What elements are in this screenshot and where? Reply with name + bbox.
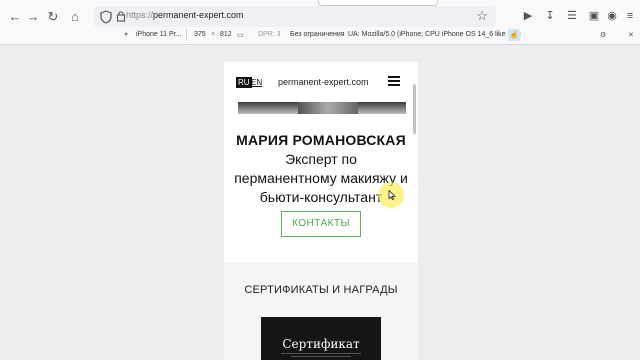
url-field[interactable]: https://permanent-expert.com ☆	[94, 6, 496, 28]
download-icon[interactable]: ↧	[542, 8, 558, 24]
rdm-settings-icon[interactable]: ⚙	[600, 31, 606, 39]
certificates-heading: СЕРТИФИКАТЫ И НАГРАДЫ	[244, 284, 398, 296]
certificates-section: СЕРТИФИКАТЫ И НАГРАДЫ Сертификат	[224, 262, 418, 360]
site-logo-text[interactable]: permanent-expert.com	[278, 77, 369, 87]
menu-icon[interactable]: ≡	[622, 8, 638, 24]
certificate-card-title: Сертификат	[282, 337, 360, 351]
url-text: https://permanent-expert.com	[126, 10, 244, 20]
viewport-scrollbar[interactable]	[413, 84, 416, 134]
rotate-icon[interactable]: ▭	[237, 31, 244, 39]
lang-ru-link[interactable]: RU	[236, 77, 252, 88]
reload-icon[interactable]: ↻	[44, 8, 62, 26]
lock-icon[interactable]	[116, 10, 126, 22]
home-icon[interactable]: ⌂	[66, 8, 84, 26]
url-scheme: https://	[126, 10, 154, 20]
window-chip	[318, 0, 438, 6]
hamburger-menu-icon[interactable]	[388, 76, 400, 86]
divider	[186, 29, 187, 41]
mobile-viewport: RU EN permanent-expert.com МАРИЯ РОМАНОВ…	[224, 62, 418, 360]
back-icon[interactable]: ←	[6, 8, 24, 26]
hero-photo	[238, 102, 406, 114]
touch-simulation-icon[interactable]: ☝	[508, 29, 520, 41]
certificate-text-line	[291, 356, 351, 357]
url-host: permanent-expert.com	[153, 10, 244, 20]
certificate-card[interactable]: Сертификат	[261, 317, 381, 360]
certificate-text-line	[281, 353, 361, 354]
contacts-button[interactable]: КОНТАКТЫ	[281, 211, 361, 237]
profile-icon[interactable]: ◉	[604, 8, 620, 24]
device-select[interactable]: iPhone 11 Pr...	[136, 31, 181, 38]
extension-icon[interactable]: ▶	[520, 8, 536, 24]
library-icon[interactable]: ☰	[564, 8, 580, 24]
site-header: RU EN permanent-expert.com	[224, 62, 418, 102]
dimension-separator: ×	[211, 31, 216, 38]
user-agent-field[interactable]: UA: Mozilla/5.0 (iPhone; CPU iPhone OS 1…	[348, 31, 521, 38]
forward-icon[interactable]: →	[24, 8, 42, 26]
dpr-select[interactable]: DPR: 3	[258, 31, 281, 38]
sidebar-icon[interactable]: ▣	[586, 8, 602, 24]
bookmark-star-icon[interactable]: ☆	[476, 8, 488, 24]
throttle-select[interactable]: Без ограничения	[290, 31, 345, 38]
device-icon: ●	[124, 31, 129, 38]
responsive-toolbar: ● iPhone 11 Pr... 375 × 812 ▭ DPR: 3 Без…	[0, 27, 640, 45]
width-input[interactable]: 375	[194, 31, 206, 38]
close-rdm-icon[interactable]: ✕	[628, 31, 634, 39]
lang-en-link[interactable]: EN	[251, 77, 262, 88]
hero-name: МАРИЯ РОМАНОВСКАЯ	[236, 132, 406, 148]
height-input[interactable]: 812	[220, 31, 232, 38]
cursor-arrow-icon	[388, 190, 396, 200]
shield-icon[interactable]	[100, 10, 112, 24]
